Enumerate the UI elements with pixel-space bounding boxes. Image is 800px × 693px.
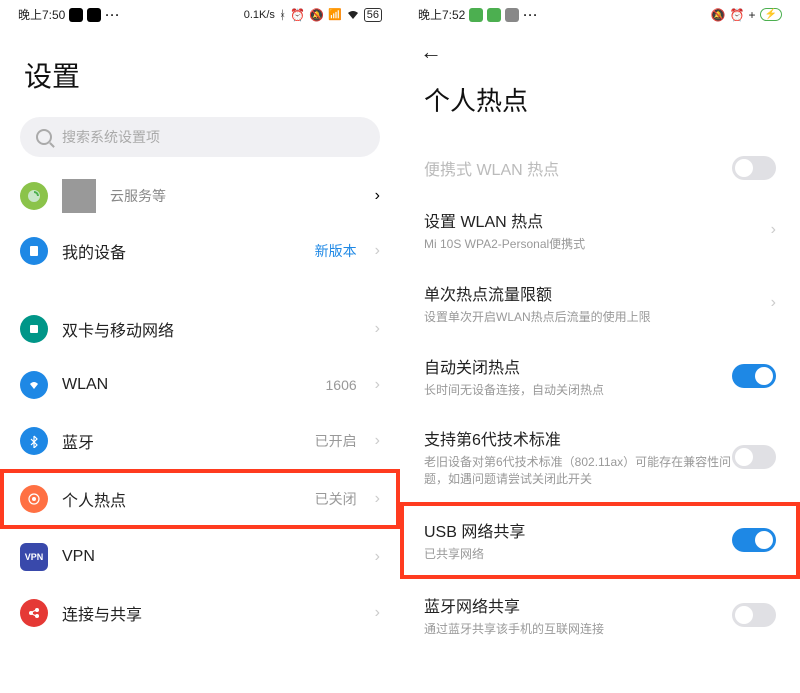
app-icon-2: [487, 8, 501, 22]
row-auto-close[interactable]: 自动关闭热点 长时间无设备连接，自动关闭热点: [400, 340, 800, 413]
row-label: 双卡与移动网络: [62, 317, 361, 341]
page-title: 个人热点: [400, 65, 800, 142]
page-title: 设置: [0, 25, 400, 113]
row-wlan[interactable]: WLAN 1606 ›: [0, 357, 400, 413]
chevron-right-icon: ›: [375, 187, 380, 205]
status-bar-right: 晚上7:52 ··· 🔕 ⏰ + ⚡: [400, 0, 800, 25]
app-icon-2: [87, 8, 101, 22]
toggle-auto-close[interactable]: [732, 364, 776, 388]
sim-icon: [20, 315, 48, 343]
row-bluetooth[interactable]: 蓝牙 已开启 ›: [0, 413, 400, 469]
share-icon: [20, 599, 48, 627]
row-connection-share[interactable]: 连接与共享 ›: [0, 585, 400, 641]
wifi-icon: [20, 371, 48, 399]
row-vpn[interactable]: VPN VPN ›: [0, 529, 400, 585]
avatar: [62, 179, 96, 213]
status-time: 晚上7:50: [18, 6, 65, 23]
toggle-bt-tether[interactable]: [732, 603, 776, 627]
chevron-right-icon: ›: [375, 376, 380, 394]
row-my-device[interactable]: 我的设备 新版本 ›: [0, 223, 400, 279]
battery-badge: 56: [364, 8, 382, 22]
search-input[interactable]: 搜索系统设置项: [20, 117, 380, 157]
item-main: 支持第6代技术标准: [424, 426, 732, 450]
alarm-icon: ⏰: [290, 8, 305, 22]
chevron-right-icon: ›: [375, 432, 380, 450]
item-main: 设置 WLAN 热点: [424, 208, 771, 232]
alarm-icon: ⏰: [730, 8, 745, 22]
item-sub: Mi 10S WPA2-Personal便携式: [424, 236, 771, 253]
item-sub: 通过蓝牙共享该手机的互联网连接: [424, 621, 732, 638]
chevron-right-icon: ›: [375, 320, 380, 338]
chevron-right-icon: ›: [771, 221, 776, 239]
row-label: VPN: [62, 548, 361, 566]
app-icon-1: [69, 8, 83, 22]
status-bar-left: 晚上7:50 ··· 0.1K/s ᚼ ⏰ 🔕 📶 56: [0, 0, 400, 25]
row-bt-tether[interactable]: 蓝牙网络共享 通过蓝牙共享该手机的互联网连接: [400, 579, 800, 652]
plus-icon: +: [749, 8, 756, 22]
chevron-right-icon: ›: [375, 490, 380, 508]
chevron-right-icon: ›: [375, 548, 380, 566]
bluetooth-icon: ᚼ: [279, 8, 286, 22]
row-label: 个人热点: [62, 487, 301, 511]
row-label: WLAN: [62, 376, 312, 394]
row-wifi6[interactable]: 支持第6代技术标准 老旧设备对第6代技术标准（802.11ax）可能存在兼容性问…: [400, 412, 800, 502]
row-label: 连接与共享: [62, 601, 361, 625]
dnd-icon: 🔕: [711, 8, 726, 22]
row-value: 已关闭: [315, 489, 357, 509]
app-icon-3: [505, 8, 519, 22]
dnd-icon: 🔕: [309, 8, 324, 22]
row-label: 我的设备: [62, 239, 301, 263]
cloud-label: 云服务等: [110, 186, 361, 206]
item-sub: 设置单次开启WLAN热点后流量的使用上限: [424, 309, 771, 326]
chevron-right-icon: ›: [771, 294, 776, 312]
search-placeholder: 搜索系统设置项: [62, 127, 160, 147]
toggle-wifi6[interactable]: [732, 445, 776, 469]
chevron-right-icon: ›: [375, 604, 380, 622]
status-more-icon: ···: [523, 8, 538, 22]
row-setup-wlan[interactable]: 设置 WLAN 热点 Mi 10S WPA2-Personal便携式 ›: [400, 194, 800, 267]
app-icon-1: [469, 8, 483, 22]
vpn-icon: VPN: [20, 543, 48, 571]
row-label: 蓝牙: [62, 429, 301, 453]
row-value: 新版本: [315, 241, 357, 261]
item-main: 蓝牙网络共享: [424, 593, 732, 617]
item-main: USB 网络共享: [424, 518, 732, 542]
search-icon: [36, 129, 52, 145]
row-sim-mobile[interactable]: 双卡与移动网络 ›: [0, 301, 400, 357]
bluetooth-icon: [20, 427, 48, 455]
settings-pane: 晚上7:50 ··· 0.1K/s ᚼ ⏰ 🔕 📶 56 设置 搜索系统设置项 …: [0, 0, 400, 693]
item-main: 便携式 WLAN 热点: [424, 156, 732, 180]
back-button[interactable]: ←: [400, 25, 800, 65]
row-usb-tether[interactable]: USB 网络共享 已共享网络: [404, 506, 796, 575]
net-speed: 0.1K/s: [244, 9, 275, 21]
status-more-icon: ···: [105, 8, 120, 22]
row-value: 1606: [326, 377, 357, 393]
row-portable-wlan[interactable]: 便携式 WLAN 热点: [400, 142, 800, 194]
hotspot-icon: [20, 485, 48, 513]
chevron-right-icon: ›: [375, 242, 380, 260]
hotspot-pane: 晚上7:52 ··· 🔕 ⏰ + ⚡ ← 个人热点 便携式 WLAN 热点 设置…: [400, 0, 800, 693]
status-time: 晚上7:52: [418, 6, 465, 23]
wifi-icon: [346, 9, 360, 21]
item-main: 自动关闭热点: [424, 354, 732, 378]
toggle-portable-wlan[interactable]: [732, 156, 776, 180]
battery-icon: ⚡: [760, 8, 782, 21]
cloud-service-row[interactable]: 云服务等 ›: [0, 169, 400, 223]
signal-icon: 📶: [328, 8, 342, 21]
toggle-usb-tether[interactable]: [732, 528, 776, 552]
cloud-icon: [20, 182, 48, 210]
item-sub: 老旧设备对第6代技术标准（802.11ax）可能存在兼容性问题，如遇问题请尝试关…: [424, 454, 732, 488]
item-main: 单次热点流量限额: [424, 281, 771, 305]
row-value: 已开启: [315, 431, 357, 451]
device-icon: [20, 237, 48, 265]
row-hotspot[interactable]: 个人热点 已关闭 ›: [4, 473, 396, 525]
item-sub: 已共享网络: [424, 546, 732, 563]
item-sub: 长时间无设备连接，自动关闭热点: [424, 382, 732, 399]
row-data-limit[interactable]: 单次热点流量限额 设置单次开启WLAN热点后流量的使用上限 ›: [400, 267, 800, 340]
